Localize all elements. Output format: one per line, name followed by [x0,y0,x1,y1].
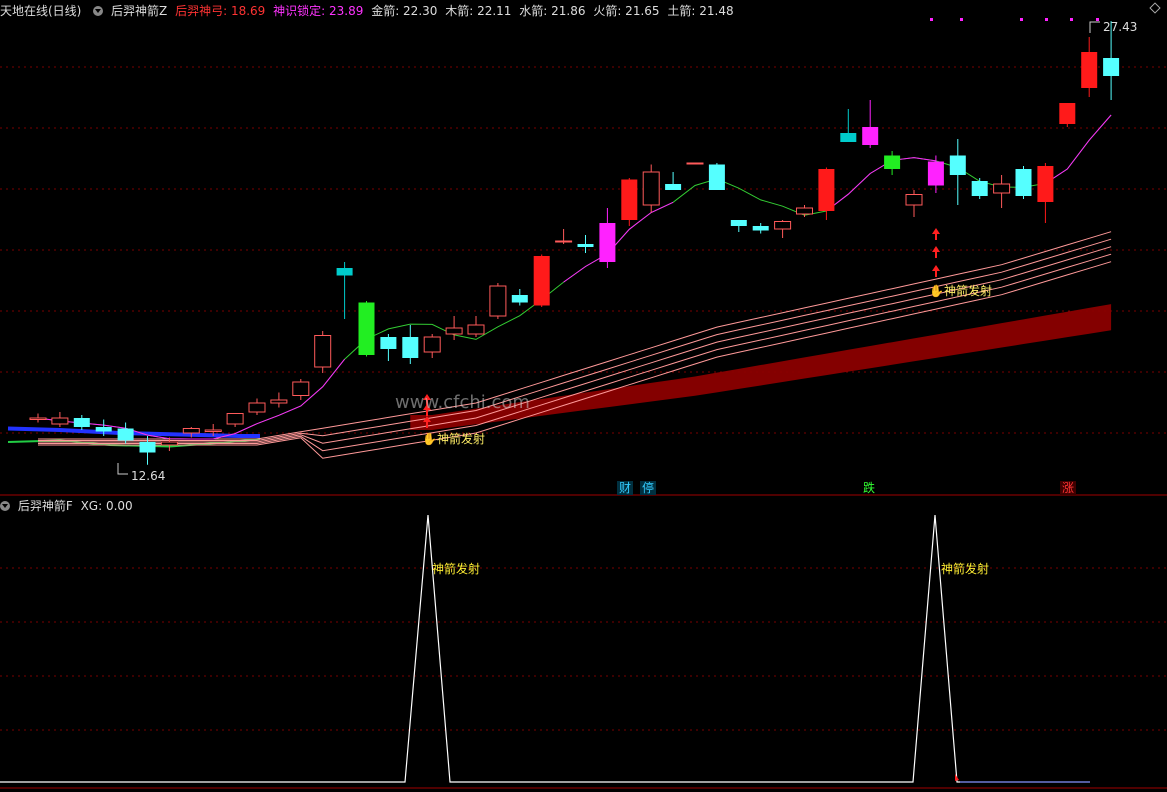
badge-zhang[interactable]: 涨 [1060,481,1077,495]
marker-dot [1070,18,1073,21]
candle-body [139,442,156,453]
candle-body [402,337,419,358]
candle-body [949,155,966,175]
signal-arrow-icon [932,228,940,240]
candle-body [226,413,244,425]
indicator-settings-icon[interactable] [93,6,104,16]
signal-arrow-icon [932,265,940,277]
xg-signal-label-2: 神箭发射 [941,562,990,576]
blue-ma-line [7,426,260,438]
candle-body [884,155,901,169]
candle-body [818,169,835,211]
short-ma-magenta [563,201,674,283]
candle-body [577,244,594,247]
candle-body [182,428,200,434]
marker-dot [1045,18,1048,21]
candle-body [993,183,1011,194]
candle-body [380,337,397,349]
candle-body [730,220,747,226]
value-mujian: 木箭: 22.11 [445,4,512,18]
candle-body [840,133,857,142]
high-pointer [1089,21,1100,33]
value-shengong: 后羿神弓: 18.69 [175,4,266,18]
candle-body [905,194,923,206]
candle-body [665,184,682,190]
candle-body [1081,52,1098,88]
signal-label-1: ✋神箭发射 [422,432,485,446]
candle-body [270,399,288,404]
candle-body [248,402,266,413]
candle-body [555,240,573,243]
badge-die[interactable]: 跌 [861,481,877,495]
indicator-name: 后羿神箭Z [111,4,168,18]
candle-body [423,336,441,353]
badge-cai[interactable]: 财 [617,481,634,495]
candle-body [467,324,485,335]
candle-body [336,268,353,276]
candle-body [927,161,944,186]
candle-body [708,164,725,190]
short-ma-magenta [1045,114,1112,184]
candle-body [204,429,222,432]
value-shuijian: 水箭: 21.86 [519,4,586,18]
bottom-values: XG: 0.00 [80,499,133,513]
candle-body [511,295,528,303]
xg-line [0,514,1090,783]
marker-dot [930,18,933,21]
candle-body [117,428,134,441]
value-tujian: 土箭: 21.48 [667,4,734,18]
watermark: www.cfchi.com [395,392,530,413]
signal-label-text-1: 神箭发射 [436,432,485,446]
candle-body [533,256,550,306]
value-huojian: 火箭: 21.65 [593,4,660,18]
marker-dot [1020,18,1023,21]
badge-ting[interactable]: 停 [640,481,657,495]
candle-body [971,181,988,196]
signal-label-2: ✋神箭发射 [929,284,992,298]
bottom-panel-header: 后羿神箭F XG: 0.00 [0,497,137,513]
candle-body [1037,166,1054,202]
marker-dot [960,18,963,21]
candle-body [752,226,769,231]
candle-body [29,417,47,420]
marker-dot [1096,18,1099,21]
xg-signal-label-1: 神箭发射 [432,562,481,576]
candle-body [51,417,69,425]
candle-body [1103,58,1120,76]
signal-label-text-2: 神箭发射 [943,284,992,298]
candle-body [73,418,90,427]
candle-body [1015,169,1032,196]
top-panel-header: 天地在线(日线) 后羿神箭Z 后羿神弓: 18.69 神识锁定: 23.89 金… [0,2,738,18]
candle-body [621,179,638,220]
candle-body [358,302,375,355]
signal-arrow-icon [932,246,940,258]
low-pointer [117,463,128,475]
bottom-indicator-settings-icon[interactable] [0,501,10,511]
candle-body [796,207,813,215]
chart-canvas[interactable] [0,0,1167,792]
candle-body [642,171,660,206]
candle-body [1059,103,1076,124]
candle-body [686,162,704,165]
candle-body [489,285,507,317]
candle-body [445,327,463,335]
candle-body [95,427,112,432]
hand-pointer-icon: ✋ [422,432,437,446]
hand-pointer-icon: ✋ [929,284,944,298]
app-title: 天地在线(日线) [0,4,82,18]
candle-body [862,127,879,145]
value-shenshi: 神识锁定: 23.89 [273,4,364,18]
candle-body [160,441,178,446]
low-price-label: 12.64 [131,469,166,483]
high-price-label: 27.43 [1103,20,1138,34]
bottom-indicator-name: 后羿神箭F [17,499,73,513]
candle-body [774,221,792,230]
value-jinjian: 金箭: 22.30 [371,4,438,18]
candle-body [314,335,332,368]
candle-body [292,381,310,396]
candle-body [599,223,616,262]
